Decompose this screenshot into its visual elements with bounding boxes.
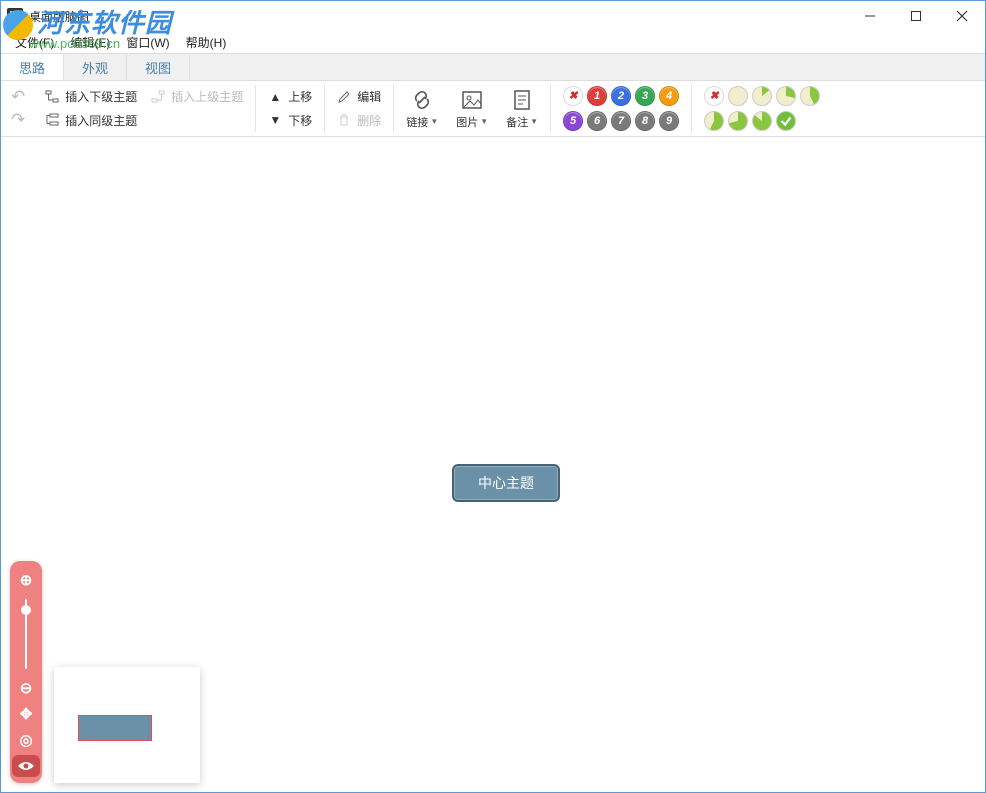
window-title: 桌面版脑图	[29, 8, 89, 25]
tree-child-icon	[45, 90, 59, 104]
center-topic-node[interactable]: 中心主题	[452, 464, 560, 502]
tab-view[interactable]: 视图	[127, 54, 190, 80]
caret-down-icon: ▼	[430, 117, 438, 126]
menu-file[interactable]: 文件(F)	[7, 32, 62, 53]
image-icon	[460, 88, 484, 112]
eye-icon	[17, 760, 35, 772]
edit-label: 编辑	[357, 88, 381, 105]
progress-step-2-button[interactable]	[752, 86, 772, 106]
edit-group: 编辑 删除	[325, 85, 394, 132]
insert-group: 插入下级主题 插入上级主题 插入同级主题	[33, 85, 256, 132]
menu-help[interactable]: 帮助(H)	[178, 32, 235, 53]
edit-button[interactable]: 编辑	[337, 88, 381, 105]
note-icon	[510, 88, 534, 112]
caret-down-icon: ▼	[480, 117, 488, 126]
ribbon-tabs: 思路 外观 视图	[1, 53, 985, 81]
title-bar: 桌面版脑图	[1, 1, 985, 31]
locate-button[interactable]: ◎	[15, 729, 37, 751]
note-label: 备注	[506, 114, 528, 130]
zoom-slider-thumb[interactable]	[21, 605, 31, 615]
priority-group: ✖ 1234 56789	[551, 85, 692, 132]
toolbar: ↶ ↷ 插入下级主题 插入上级主题 插入同级主题	[1, 81, 985, 137]
priority-7-button[interactable]: 7	[611, 111, 631, 131]
progress-step-5-button[interactable]	[704, 111, 724, 131]
move-down-button[interactable]: ▼ 下移	[268, 112, 312, 129]
insert-sibling-button[interactable]: 插入同级主题	[45, 112, 243, 129]
toggle-minimap-button[interactable]	[12, 755, 40, 777]
zoom-strip: ⊕ ⊖ ✥ ◎	[10, 561, 42, 783]
tab-appearance[interactable]: 外观	[64, 54, 127, 80]
priority-8-button[interactable]: 8	[635, 111, 655, 131]
menu-bar: 文件(F) 编辑(E) 窗口(W) 帮助(H)	[1, 31, 985, 53]
pan-button[interactable]: ✥	[15, 703, 37, 725]
priority-6-button[interactable]: 6	[587, 111, 607, 131]
note-dropdown[interactable]: 备注▼	[506, 88, 538, 130]
move-down-label: 下移	[288, 112, 312, 129]
tree-sibling-icon	[45, 113, 59, 127]
insert-parent-button[interactable]: 插入上级主题	[151, 88, 243, 105]
arrow-down-icon: ▼	[268, 113, 282, 127]
link-icon	[410, 88, 434, 112]
priority-4-button[interactable]: 4	[659, 86, 679, 106]
minimap-viewport-rect[interactable]	[78, 715, 152, 741]
insert-child-button[interactable]: 插入下级主题	[45, 88, 137, 105]
progress-step-4-button[interactable]	[800, 86, 820, 106]
priority-3-button[interactable]: 3	[635, 86, 655, 106]
close-button[interactable]	[939, 1, 985, 31]
priority-5-button[interactable]: 5	[563, 111, 583, 131]
zoom-slider[interactable]	[25, 599, 27, 669]
mindmap-canvas[interactable]: 中心主题 ⊕ ⊖ ✥ ◎	[2, 139, 984, 791]
link-dropdown[interactable]: 链接▼	[406, 88, 438, 130]
trash-icon	[337, 113, 351, 127]
move-up-label: 上移	[288, 88, 312, 105]
insert-parent-label: 插入上级主题	[171, 88, 243, 105]
insert-child-label: 插入下级主题	[65, 88, 137, 105]
minimize-button[interactable]	[847, 1, 893, 31]
insert-sibling-label: 插入同级主题	[65, 112, 137, 129]
pencil-icon	[337, 90, 351, 104]
minimap[interactable]	[54, 667, 200, 783]
delete-button[interactable]: 删除	[337, 112, 381, 129]
undo-button[interactable]: ↶	[11, 87, 25, 107]
caret-down-icon: ▼	[530, 117, 538, 126]
app-icon	[7, 8, 23, 24]
priority-clear-button[interactable]: ✖	[563, 86, 583, 106]
undo-redo-group: ↶ ↷	[11, 85, 33, 132]
tab-mind[interactable]: 思路	[1, 54, 64, 80]
attach-group: 链接▼ 图片▼ 备注▼	[394, 85, 551, 132]
priority-9-button[interactable]: 9	[659, 111, 679, 131]
navigator-panel: ⊕ ⊖ ✥ ◎	[10, 561, 200, 783]
priority-2-button[interactable]: 2	[611, 86, 631, 106]
link-label: 链接	[406, 114, 428, 130]
progress-step-1-button[interactable]	[728, 86, 748, 106]
progress-clear-button[interactable]: ✖	[704, 86, 724, 106]
progress-step-3-button[interactable]	[776, 86, 796, 106]
menu-window[interactable]: 窗口(W)	[118, 32, 177, 53]
image-label: 图片	[456, 114, 478, 130]
arrow-up-icon: ▲	[268, 90, 282, 104]
move-up-button[interactable]: ▲ 上移	[268, 88, 312, 105]
zoom-out-button[interactable]: ⊖	[15, 677, 37, 699]
zoom-in-button[interactable]: ⊕	[15, 569, 37, 591]
window-controls	[847, 1, 985, 31]
progress-step-6-button[interactable]	[728, 111, 748, 131]
progress-step-8-button[interactable]	[776, 111, 796, 131]
maximize-button[interactable]	[893, 1, 939, 31]
redo-button[interactable]: ↷	[11, 110, 25, 130]
progress-group: ✖	[692, 85, 832, 132]
menu-edit[interactable]: 编辑(E)	[62, 32, 118, 53]
priority-1-button[interactable]: 1	[587, 86, 607, 106]
progress-step-7-button[interactable]	[752, 111, 772, 131]
tree-parent-icon	[151, 90, 165, 104]
delete-label: 删除	[357, 112, 381, 129]
move-group: ▲ 上移 ▼ 下移	[256, 85, 325, 132]
image-dropdown[interactable]: 图片▼	[456, 88, 488, 130]
